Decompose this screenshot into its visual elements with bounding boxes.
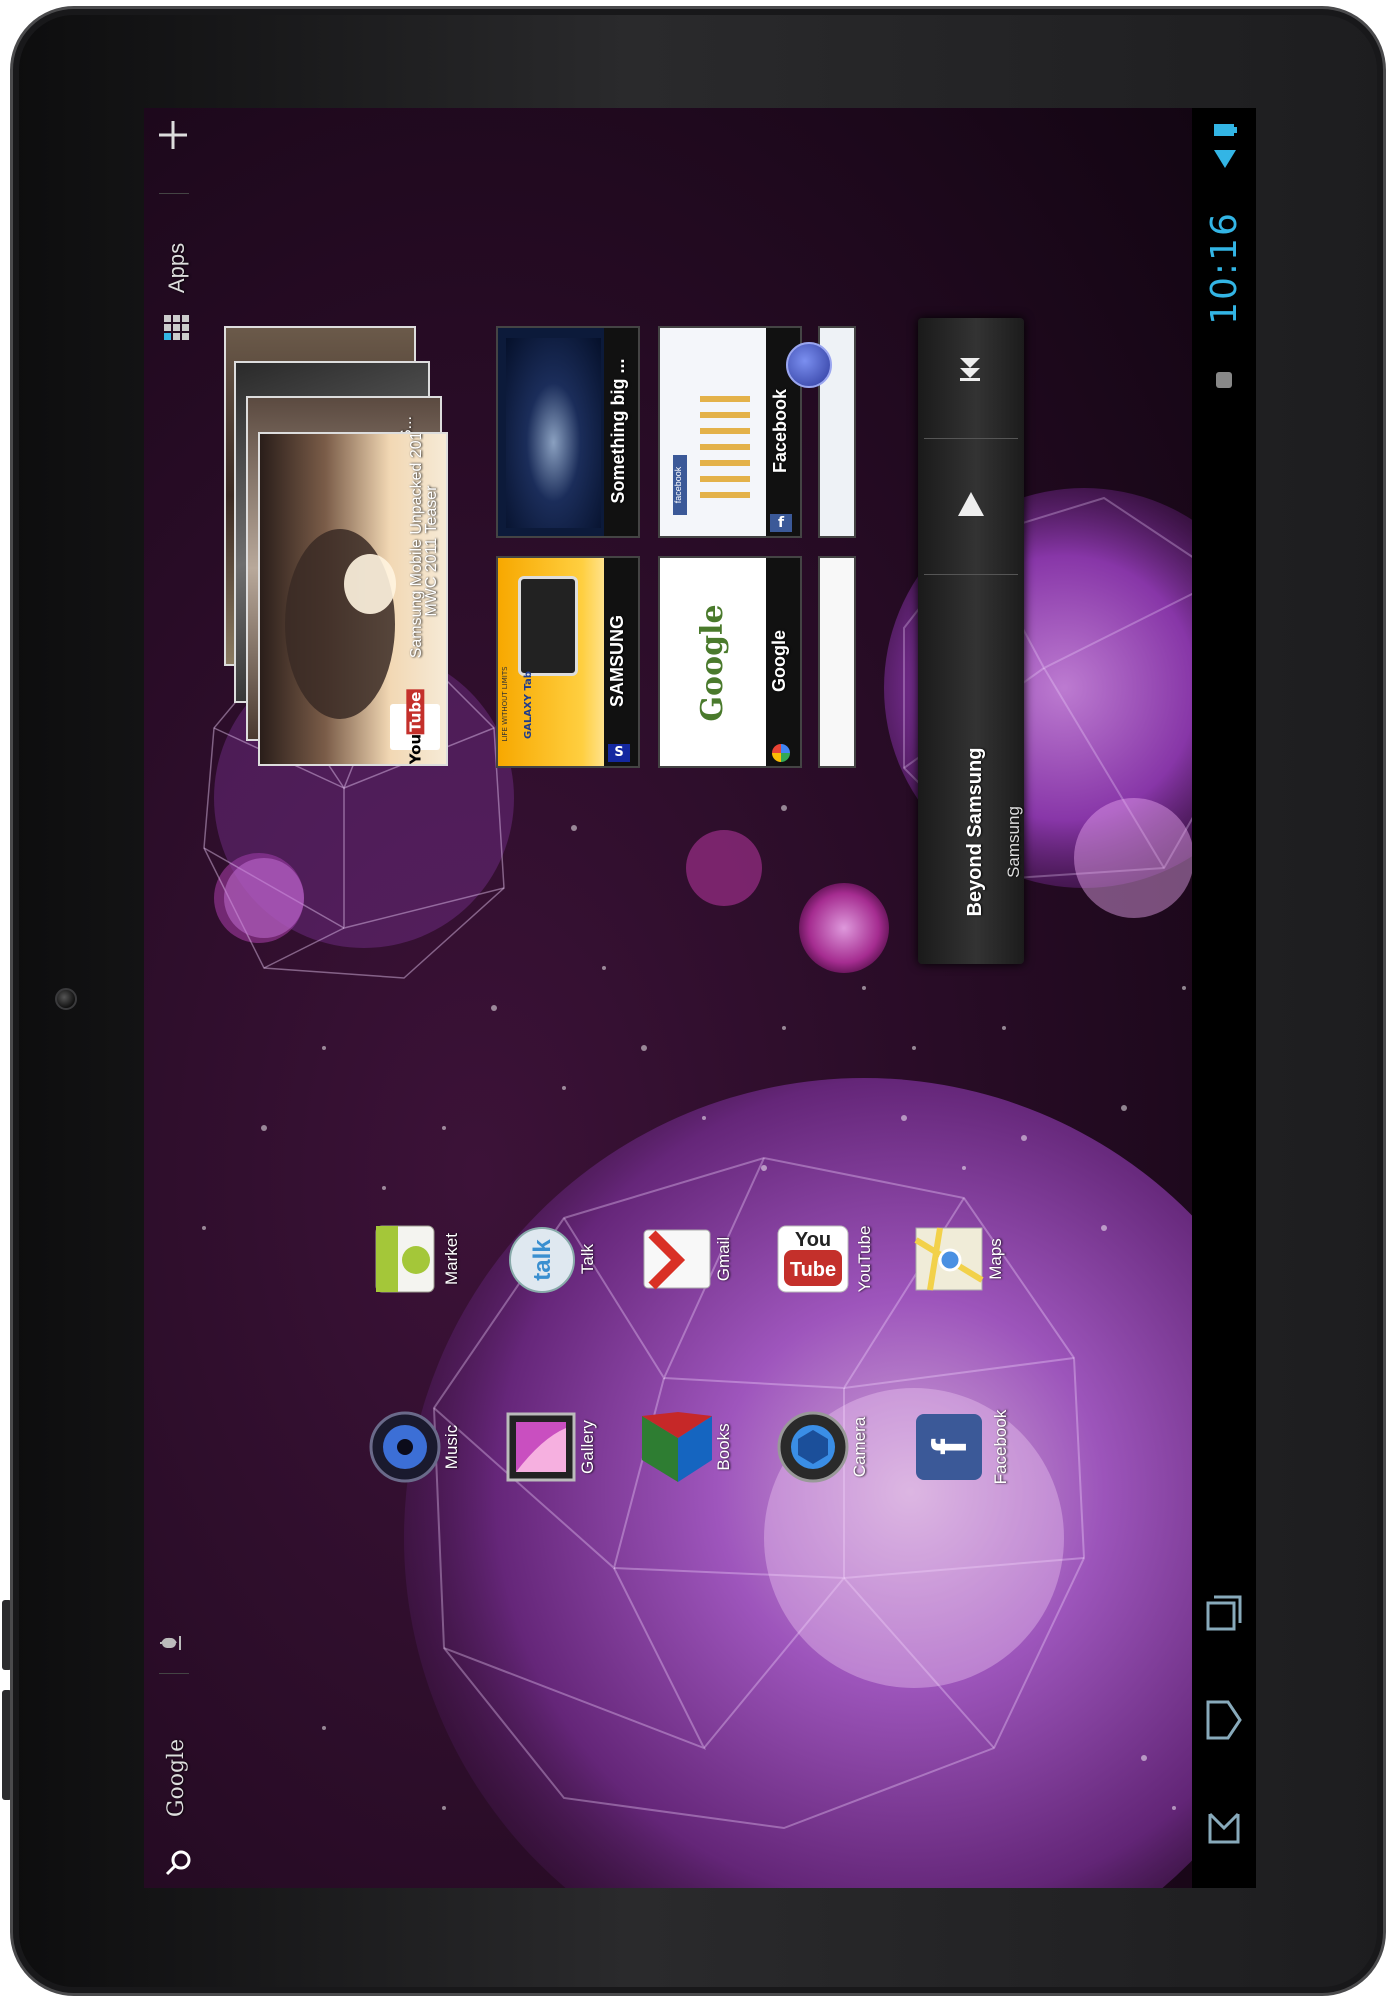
apps-divider [159,193,189,194]
app-market[interactable]: Market [366,1220,476,1320]
front-camera [55,988,77,1010]
facebook-header-text: facebook [673,455,687,515]
youtube-widget[interactable]: S... YouTube Samsung Mobile Unpacked 201… [224,326,464,776]
app-youtube[interactable]: You Tube YouTube [774,1220,884,1320]
bookmark-title-samsung: SAMSUNG [607,615,627,708]
books-icon [642,1412,712,1482]
app-label-market: Market [442,1233,461,1285]
svg-text:You: You [795,1229,831,1251]
clock-time: 10:16 [1204,211,1245,325]
google-search-label: Google [164,1738,189,1818]
google-doodle-logo: Google [695,604,730,722]
home-screen: Google Apps S... YouTube Samsung Mobile … [144,108,1256,1888]
galaxy-tagline-text: LIFE WITHOUT LIMITS [501,666,509,742]
app-label-camera: Camera [850,1416,869,1478]
app-camera[interactable]: Camera [774,1408,884,1508]
bookmark-tile-something-big[interactable]: Something big ... [496,326,640,538]
bookmarks-widget[interactable]: Something big ... facebook Facebook f GA… [496,326,856,776]
camera-icon [777,1411,849,1483]
app-label-gmail: Gmail [714,1236,733,1282]
wifi-signal-icon [1214,150,1236,168]
app-facebook[interactable]: f Facebook [910,1408,1020,1508]
world-globe-icon [786,342,832,388]
facebook-favicon: f [770,514,792,532]
google-favicon [772,744,790,762]
app-label-gallery: Gallery [578,1420,597,1474]
back-icon[interactable] [1204,1808,1244,1848]
music-divider-1 [924,438,1018,439]
app-label-youtube: YouTube [855,1225,874,1293]
microphone-icon[interactable] [156,1628,192,1658]
music-icon [369,1411,441,1483]
music-track-title: Beyond Samsung [964,747,986,917]
music-divider-2 [924,574,1018,575]
search-bar[interactable]: Google [154,1698,204,1888]
app-books[interactable]: Books [638,1408,748,1508]
bookmark-tile-samsung[interactable]: GALAXY Tab LIFE WITHOUT LIMITS SAMSUNG S [496,556,640,768]
play-icon[interactable] [954,488,988,522]
bookmark-title-something-big: Something big ... [608,358,628,504]
galaxy-tab-text: GALAXY Tab [523,671,534,739]
youtube-video-subtitle: MWC 2011 Teaser [423,485,440,617]
bookmark-tile-google[interactable]: Google Google [658,556,802,768]
bookmark-tile-facebook[interactable]: facebook Facebook f [658,326,802,538]
bookmark-title-facebook: Facebook [770,388,790,474]
app-label-music: Music [442,1424,461,1470]
gmail-icon [643,1229,711,1290]
youtube-thumbnail-front: YouTube Samsung Mobile Unpacked 2011 MWC… [258,432,448,766]
app-gmail[interactable]: Gmail [638,1220,748,1320]
gallery-icon [506,1412,576,1482]
samsung-favicon: S [608,744,630,762]
next-track-icon[interactable] [954,352,988,386]
maps-icon [914,1227,984,1291]
app-gallery[interactable]: Gallery [502,1408,612,1508]
svg-text:talk: talk [529,1239,556,1281]
apps-label: Apps [164,242,189,294]
apps-button[interactable]: Apps [154,213,204,343]
app-label-talk: Talk [578,1243,597,1275]
youtube-icon: You Tube [777,1225,849,1293]
battery-icon [1214,124,1237,136]
app-label-books: Books [714,1423,733,1471]
add-widget-icon[interactable] [156,118,190,152]
music-widget[interactable]: Beyond Samsung Samsung [918,318,1024,964]
app-talk[interactable]: talk Talk [502,1220,612,1320]
recent-apps-icon[interactable] [1204,1593,1244,1633]
system-bar: 10:16 [1192,108,1256,1888]
android-debug-icon [1216,372,1232,388]
facebook-icon: f [916,1414,982,1480]
apps-grid-icon [164,315,189,340]
bookmark-tile-partial-2[interactable] [818,556,856,768]
search-divider [159,1673,189,1674]
market-icon [375,1225,435,1293]
app-music[interactable]: Music [366,1408,476,1508]
bookmark-title-google: Google [769,630,789,692]
talk-icon: talk [509,1227,575,1293]
youtube-logo-small: YouTube [390,689,440,764]
svg-text:Tube: Tube [790,1259,836,1281]
app-label-maps: Maps [986,1238,1005,1280]
svg-text:f: f [924,1438,977,1455]
music-artist: Samsung [1004,806,1023,878]
app-label-facebook: Facebook [991,1409,1010,1485]
home-icon[interactable] [1204,1698,1244,1742]
app-maps[interactable]: Maps [910,1220,1020,1320]
search-icon [165,1850,191,1876]
